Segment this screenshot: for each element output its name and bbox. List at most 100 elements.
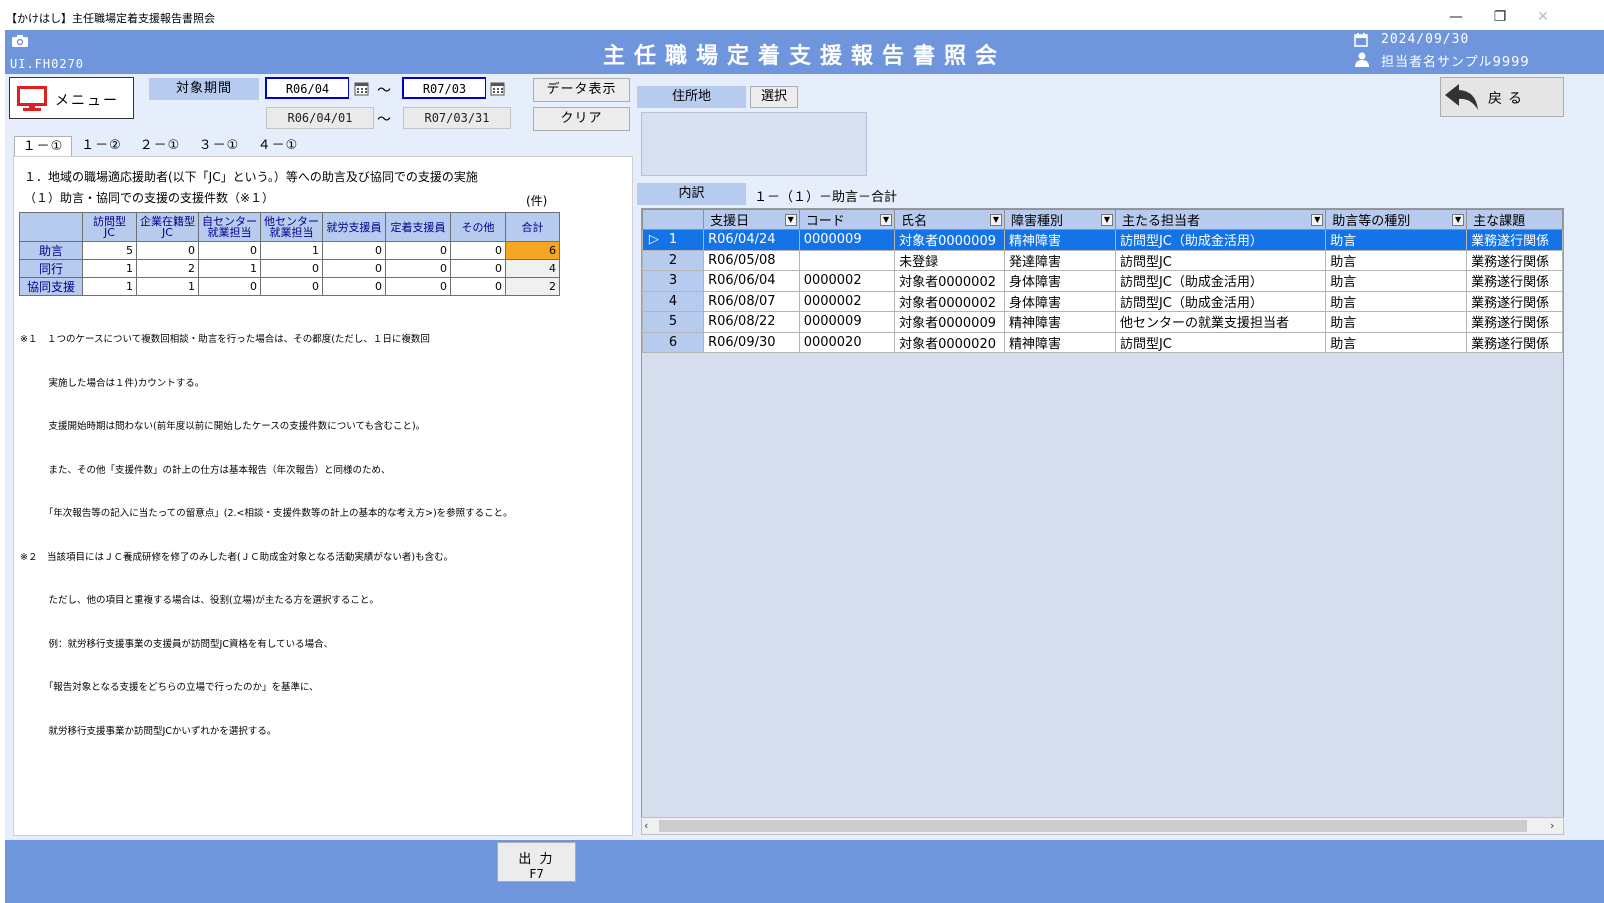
col-header: 自センター 就業担当 (198, 212, 261, 242)
summary-row-accompany: 同行 1 2 1 0 0 0 0 4 (19, 259, 560, 278)
summary-cell[interactable]: 0 (260, 259, 323, 278)
back-button[interactable]: 戻る (1440, 77, 1564, 117)
summary-cell[interactable]: 0 (450, 259, 506, 278)
summary-cell[interactable]: 0 (198, 277, 261, 296)
summary-cell[interactable]: 0 (385, 259, 451, 278)
tab-2-1[interactable]: ２－① (131, 136, 189, 156)
summary-cell[interactable]: 1 (260, 241, 323, 260)
filter-dropdown-icon[interactable]: ▼ (1100, 214, 1113, 226)
output-label: 出 力 (518, 852, 555, 867)
clear-button[interactable]: クリア (533, 107, 630, 131)
cell: 未登録 (894, 249, 1005, 271)
calendar-from-icon[interactable] (354, 81, 369, 96)
close-button[interactable]: ✕ (1523, 6, 1563, 28)
summary-cell[interactable]: 0 (322, 259, 386, 278)
period-to-input[interactable]: R07/03 (402, 77, 486, 99)
table-row-selected[interactable]: ▷ 1 R06/04/24 0000009 対象者0000009 精神障害 訪問型… (642, 229, 1563, 251)
col-label: 氏名 (901, 214, 928, 229)
col-support-date[interactable]: 支援日 ▼ (703, 209, 800, 230)
summary-total[interactable]: 4 (505, 259, 560, 278)
filter-dropdown-icon[interactable]: ▼ (784, 214, 797, 226)
period-from-input[interactable]: R06/04 (265, 77, 349, 99)
subsection-heading: （１）助言・協同での支援の支援件数（※１） (24, 191, 275, 205)
summary-cell[interactable]: 0 (450, 241, 506, 260)
footnote-line: 支援開始時期は問わない(前年度以前に開始したケースの支援件数についても含むこと)… (20, 421, 426, 432)
cell: R06/04/24 (703, 229, 800, 251)
tab-3-1[interactable]: ３－① (190, 136, 248, 156)
footnote-line: 「報告対象となる支援をどちらの立場で行ったのか」を基準に、 (20, 682, 319, 693)
address-display (641, 112, 867, 176)
cell: 身体障害 (1004, 270, 1116, 292)
unit-label: (件) (526, 194, 548, 208)
summary-cell[interactable]: 5 (82, 241, 137, 260)
tab-4-1[interactable]: ４－① (249, 136, 307, 156)
tab-1-1[interactable]: １－① (14, 136, 72, 156)
cell: 助言 (1325, 331, 1468, 353)
period-to-full: R07/03/31 (403, 107, 511, 129)
cell: 他センターの就業支援担当者 (1114, 311, 1327, 333)
table-row[interactable]: 4 R06/08/07 0000002 対象者0000002 身体障害 訪問型J… (642, 290, 1563, 312)
summary-cell[interactable]: 1 (82, 259, 137, 278)
summary-cell[interactable]: 2 (136, 259, 199, 278)
restore-button[interactable]: ❐ (1480, 6, 1520, 28)
summary-cell[interactable]: 0 (198, 241, 261, 260)
address-label: 住所地 (637, 86, 746, 108)
detail-grid: 支援日 ▼ コード ▼ 氏名 ▼ 障害種別 ▼ 主たる担当者 ▼ 助言等の種別 ▼ 主な課題… (641, 208, 1564, 835)
table-row[interactable]: 3 R06/06/04 0000002 対象者0000002 身体障害 訪問型J… (642, 270, 1563, 292)
col-header: 訪問型 JC (82, 212, 137, 242)
col-main-issue[interactable]: 主な課題 (1466, 209, 1563, 230)
calendar-to-icon[interactable] (490, 81, 505, 96)
table-row[interactable]: 6 R06/09/30 0000020 対象者0000020 精神障害 訪問型J… (642, 331, 1563, 353)
summary-cell[interactable]: 1 (136, 277, 199, 296)
user-icon (1355, 52, 1369, 67)
summary-total-selected[interactable]: 6 (505, 241, 560, 260)
summary-cell[interactable]: 1 (82, 277, 137, 296)
breakdown-value: １－（１）－助言－合計 (754, 190, 898, 205)
filter-dropdown-icon[interactable]: ▼ (990, 214, 1002, 226)
col-name[interactable]: 氏名 ▼ (894, 209, 1005, 230)
data-display-button[interactable]: データ表示 (533, 78, 630, 102)
address-select-button[interactable]: 選択 (750, 86, 798, 108)
summary-total[interactable]: 2 (505, 277, 560, 296)
footnote-line: ただし、他の項目と重複する場合は、役割(立場)が主たる方を選択すること。 (20, 595, 379, 606)
filter-dropdown-icon[interactable]: ▼ (1311, 214, 1324, 226)
scroll-right-icon[interactable]: › (1550, 819, 1554, 832)
cell: 発達障害 (1004, 249, 1116, 271)
scroll-left-icon[interactable]: ‹ (644, 819, 648, 832)
cell: 訪問型JC (1114, 331, 1327, 353)
summary-cell[interactable]: 0 (385, 277, 451, 296)
cell: 訪問型JC（助成金活用） (1114, 270, 1327, 292)
col-advice-type[interactable]: 助言等の種別 ▼ (1325, 209, 1468, 230)
summary-cell[interactable]: 0 (450, 277, 506, 296)
cell: 0000002 (798, 290, 896, 312)
horizontal-scrollbar[interactable]: ‹ › (641, 817, 1564, 835)
window-title: 【かけはし】主任職場定着支援報告書照会 (6, 12, 215, 25)
output-key: F7 (529, 867, 544, 881)
tab-1-2[interactable]: １－② (73, 136, 130, 156)
summary-cell[interactable]: 0 (385, 241, 451, 260)
footnote-line: ※２ 当該項目にはＪＣ養成研修を修了のみした者(ＪＣ助成金対象となる活動実績がな… (20, 551, 454, 563)
table-row[interactable]: 5 R06/08/22 0000009 対象者0000009 精神障害 他センタ… (642, 311, 1563, 333)
minimize-button[interactable]: — (1436, 6, 1476, 28)
cell: 対象者0000009 (894, 311, 1005, 333)
cell: 業務遂行関係 (1466, 249, 1563, 271)
summary-cell[interactable]: 1 (198, 259, 261, 278)
summary-cell[interactable]: 0 (322, 241, 386, 260)
row-header: 協同支援 (19, 277, 83, 296)
col-code[interactable]: コード ▼ (798, 209, 896, 230)
scrollbar-thumb[interactable] (659, 820, 1527, 832)
col-main-staff[interactable]: 主たる担当者 ▼ (1114, 209, 1327, 230)
menu-button[interactable]: メニュー (9, 77, 134, 119)
summary-cell[interactable]: 0 (260, 277, 323, 296)
cell (798, 249, 896, 271)
back-label: 戻る (1488, 91, 1528, 107)
summary-cell[interactable]: 0 (322, 277, 386, 296)
summary-cell[interactable]: 0 (136, 241, 199, 260)
col-disability-type[interactable]: 障害種別 ▼ (1004, 209, 1116, 230)
cell: 対象者0000020 (894, 331, 1005, 353)
table-row[interactable]: 2 R06/05/08 未登録 発達障害 訪問型JC 助言 業務遂行関係 (642, 249, 1563, 271)
output-button[interactable]: 出 力 F7 (497, 842, 576, 882)
filter-dropdown-icon[interactable]: ▼ (1452, 214, 1465, 226)
filter-dropdown-icon[interactable]: ▼ (880, 214, 893, 226)
footnote-line: ※１ １つのケースについて複数回相談・助言を行った場合は、その都度(ただし、１日… (20, 334, 430, 345)
